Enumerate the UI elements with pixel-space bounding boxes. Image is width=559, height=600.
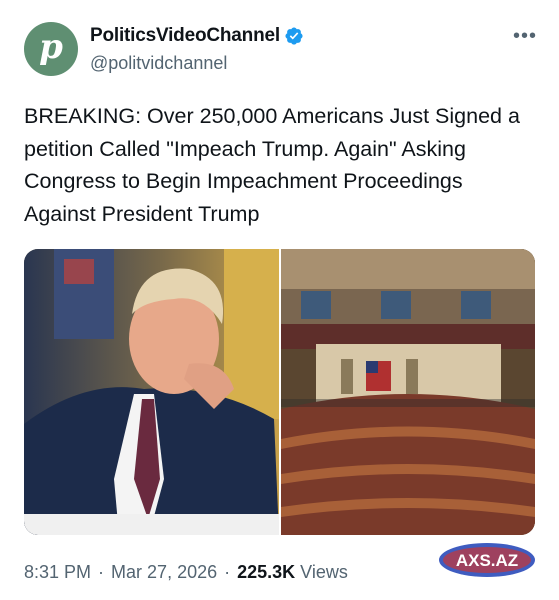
watermark-text: AXS.AZ — [456, 551, 518, 570]
display-name[interactable]: PoliticsVideoChannel — [90, 25, 280, 47]
separator-dot: · — [98, 562, 105, 582]
verified-badge-icon — [285, 27, 303, 45]
avatar[interactable]: p — [24, 22, 78, 76]
name-row: PoliticsVideoChannel — [90, 25, 304, 47]
portrait-illustration — [24, 249, 279, 535]
axs-az-watermark-logo: AXS.AZ — [439, 543, 535, 577]
tweet-footer: 8:31 PM · Mar 27, 2026 · 225.3K Views — [24, 562, 348, 583]
avatar-letter: p — [39, 27, 63, 67]
photo-trump-portrait[interactable] — [24, 249, 279, 535]
user-handle[interactable]: @politvidchannel — [90, 53, 227, 74]
tweet-header: p PoliticsVideoChannel @politvidchannel … — [24, 22, 539, 80]
tweet-date[interactable]: Mar 27, 2026 — [111, 562, 217, 583]
media-grid — [24, 249, 535, 535]
chamber-illustration — [281, 249, 535, 535]
views-label: Views — [300, 562, 348, 582]
tweet-time[interactable]: 8:31 PM — [24, 562, 91, 583]
more-options-icon[interactable]: ••• — [513, 26, 537, 46]
photo-house-chamber[interactable] — [281, 249, 535, 535]
views-count: 225.3K — [237, 562, 296, 582]
tweet-text: BREAKING: Over 250,000 Americans Just Si… — [24, 104, 520, 226]
separator-dot: · — [224, 562, 231, 582]
